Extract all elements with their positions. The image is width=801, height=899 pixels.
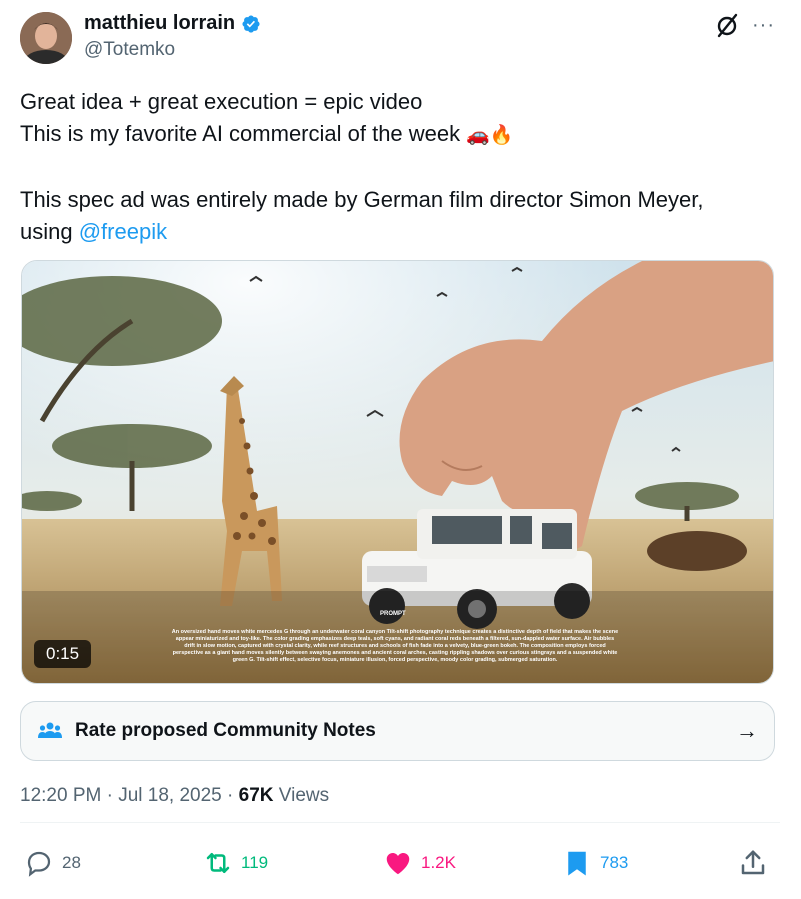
community-notes-icon	[38, 722, 62, 738]
views-count: 67K	[238, 785, 274, 806]
divider	[20, 822, 780, 823]
author-display-name[interactable]: matthieu lorrain	[84, 12, 235, 35]
car-fire-emoji: 🚗🔥	[466, 125, 514, 146]
action-bar: 28 119 1.2K 783	[0, 848, 801, 884]
repost-count: 119	[241, 853, 269, 872]
like-icon	[386, 853, 410, 875]
reply-count: 28	[62, 853, 81, 872]
reply-button[interactable]: 28	[24, 848, 81, 878]
arrow-right-icon: →	[736, 718, 758, 743]
reply-icon	[27, 851, 51, 877]
prompt-label: PROMPT	[380, 611, 406, 617]
tweet-line-1: Great idea + great execution = epic vide…	[20, 89, 423, 114]
tweet-line-4-prefix: using	[20, 219, 79, 244]
bookmark-count: 783	[600, 853, 629, 872]
grok-icon[interactable]	[714, 12, 740, 38]
tweet-line-2-text: This is my favorite AI commercial of the…	[20, 121, 461, 146]
tweet-line-2: This is my favorite AI commercial of the…	[20, 118, 780, 152]
more-icon[interactable]: ···	[752, 14, 775, 37]
tweet-text: Great idea + great execution = epic vide…	[20, 86, 780, 248]
video-duration: 0:15	[34, 640, 92, 668]
avatar[interactable]	[20, 12, 72, 64]
community-notes-button[interactable]: Rate proposed Community Notes →	[20, 701, 775, 761]
repost-icon	[206, 853, 230, 873]
tweet-meta: 12:20 PM · Jul 18, 2025 · 67K Views	[20, 785, 329, 807]
share-icon	[741, 850, 765, 875]
repost-button[interactable]: 119	[203, 848, 268, 878]
video-frame	[22, 261, 773, 683]
community-notes-label: Rate proposed Community Notes	[75, 720, 376, 741]
tweet-date[interactable]: Jul 18, 2025	[118, 785, 222, 806]
bookmark-icon	[568, 851, 586, 876]
tweet-line-4: using @freepik	[20, 216, 780, 248]
share-button[interactable]	[738, 848, 768, 878]
bookmark-button[interactable]: 783	[562, 848, 628, 878]
meta-separator-2: ·	[221, 785, 239, 806]
mention-link[interactable]: @freepik	[79, 219, 167, 244]
video-player[interactable]	[21, 260, 774, 684]
like-button[interactable]: 1.2K	[383, 848, 456, 878]
meta-separator: ·	[101, 785, 119, 806]
views-label: Views	[273, 785, 330, 806]
author-handle[interactable]: @Totemko	[84, 39, 175, 61]
like-count: 1.2K	[421, 853, 456, 872]
verified-badge-icon	[242, 14, 260, 33]
prompt-caption: An oversized hand moves white mercedes G…	[171, 629, 619, 663]
tweet-line-3: This spec ad was entirely made by German…	[20, 187, 704, 212]
tweet-time[interactable]: 12:20 PM	[20, 785, 101, 806]
